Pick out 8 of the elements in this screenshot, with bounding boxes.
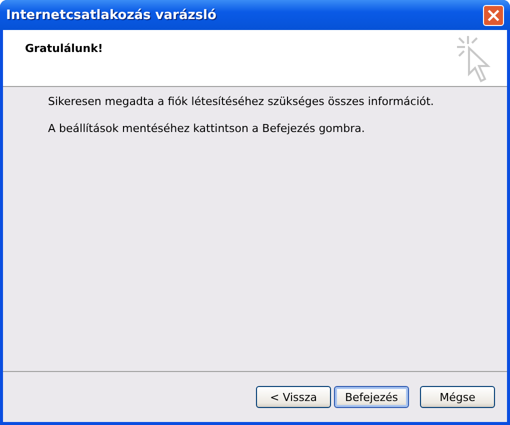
message-text: Sikeresen megadta a fiók létesítéséhez szükséges összes információt.	[48, 95, 435, 108]
dialog-button[interactable]: Mégse	[420, 386, 495, 408]
dialog-button[interactable]: Befejezés	[334, 386, 409, 408]
dialog-button[interactable]: < Vissza	[256, 386, 331, 408]
window-title: Internetcsatlakozás varázsló	[6, 8, 216, 22]
close-button[interactable]	[483, 4, 504, 26]
message-text: A beállítások mentéséhez kattintson a Befejezés gombra.	[48, 122, 366, 135]
page-heading: Gratulálunk!	[25, 42, 103, 57]
